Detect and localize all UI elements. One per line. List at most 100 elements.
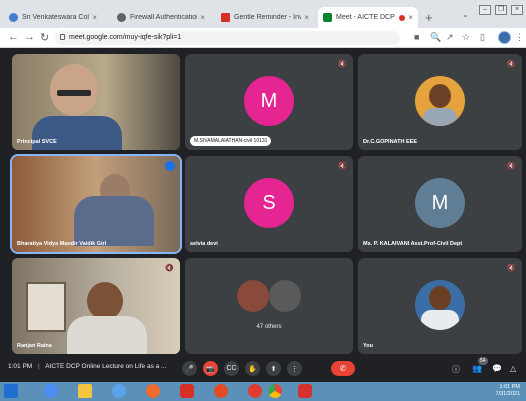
camera-toggle-button[interactable]: 📷 bbox=[203, 361, 218, 376]
firefox-icon[interactable] bbox=[146, 384, 160, 398]
profile-photo bbox=[415, 76, 465, 126]
pdf-reader-icon[interactable] bbox=[180, 384, 194, 398]
other-photo-1 bbox=[237, 280, 269, 312]
ie-browser-icon[interactable] bbox=[44, 384, 58, 398]
college-favicon-icon bbox=[9, 13, 18, 22]
mic-toggle-button[interactable]: 🎤 bbox=[182, 361, 197, 376]
tab-gentle-reminder[interactable]: Gentle Reminder - Invita × bbox=[216, 7, 314, 28]
share-icon[interactable]: ↗ bbox=[446, 32, 454, 43]
clock-date: 7/31/2021 bbox=[495, 391, 520, 397]
gmail-favicon-icon bbox=[221, 13, 230, 22]
close-tab-icon[interactable]: × bbox=[405, 13, 413, 22]
tab-label: Sri Venkateswara College bbox=[22, 14, 89, 21]
participant-name: Ms. P. KALAIVANI Asst.Prof-Civil Dept bbox=[363, 241, 463, 247]
chrome-icon[interactable] bbox=[268, 384, 282, 398]
participant-tile-others[interactable]: 47 others bbox=[185, 258, 353, 354]
tab-meet[interactable]: Meet - AICTE DCP O × bbox=[318, 7, 418, 28]
present-screen-button[interactable]: ⬆ bbox=[266, 361, 281, 376]
app-v-icon[interactable] bbox=[298, 384, 312, 398]
tab-firewall[interactable]: Firewall Authentication K × bbox=[112, 7, 210, 28]
person-head bbox=[87, 282, 123, 320]
restore-button[interactable]: ❐ bbox=[495, 5, 507, 15]
more-options-button[interactable]: ⋮ bbox=[287, 361, 302, 376]
meeting-details-icon[interactable]: ⓘ bbox=[452, 364, 460, 375]
back-arrow-icon[interactable]: ← bbox=[8, 31, 19, 43]
participant-tile-you[interactable]: You 🔇 bbox=[358, 258, 522, 354]
participant-name: You bbox=[363, 343, 373, 349]
menu-kebab-icon[interactable]: ⋮ bbox=[515, 32, 524, 43]
lock-icon[interactable] bbox=[60, 34, 65, 40]
avatar: S bbox=[244, 178, 294, 228]
window-controls: – ❐ × bbox=[479, 5, 523, 15]
close-tab-icon[interactable]: × bbox=[301, 13, 309, 22]
browser-tab-strip: Sri Venkateswara College × Firewall Auth… bbox=[0, 0, 526, 28]
participant-tile-principal[interactable]: Principal SVCE bbox=[12, 54, 180, 150]
participant-name: Bharatiya Vidya Mandir Vaidik Girl bbox=[17, 241, 107, 247]
people-icon[interactable]: 👥 bbox=[472, 364, 482, 373]
opera-gx-icon[interactable] bbox=[248, 384, 262, 398]
bookmark-star-icon[interactable]: ☆ bbox=[462, 32, 470, 43]
participant-name: M.SIVAMALAIATHAN-civil 10131 bbox=[190, 136, 272, 146]
close-window-button[interactable]: × bbox=[511, 5, 523, 15]
participant-tile-ranjan-raina[interactable]: Ranjan Raina 🔇 bbox=[12, 258, 180, 354]
participant-name: Principal SVCE bbox=[17, 139, 57, 145]
new-tab-button[interactable]: + bbox=[425, 10, 433, 25]
separator: | bbox=[38, 363, 40, 370]
participant-tile-bharatiya-vidya-mandir[interactable]: Bharatiya Vidya Mandir Vaidik Girl bbox=[10, 154, 182, 254]
minimize-button[interactable]: – bbox=[479, 5, 491, 15]
person-shirt bbox=[74, 196, 154, 246]
meeting-info: 1:01 PM | AICTE DCP Online Lecture on Li… bbox=[8, 363, 166, 370]
mic-off-icon: 🔇 bbox=[338, 61, 347, 68]
speaking-indicator-icon bbox=[165, 161, 175, 171]
tab-search-icon[interactable]: ⌄ bbox=[462, 10, 469, 19]
meeting-time: 1:01 PM bbox=[8, 363, 33, 370]
tab-label: Meet - AICTE DCP O bbox=[336, 14, 397, 21]
participant-tile-selvia-devi[interactable]: S selvia devi 🔇 bbox=[185, 156, 353, 252]
participant-count-badge: 54 bbox=[478, 357, 488, 365]
activities-icon[interactable]: △ bbox=[510, 364, 516, 373]
raise-hand-button[interactable]: ✋ bbox=[245, 361, 260, 376]
tab-label: Firewall Authentication K bbox=[130, 14, 198, 21]
mic-off-icon: 🔇 bbox=[507, 265, 516, 272]
glasses bbox=[57, 90, 91, 96]
avatar: M bbox=[415, 178, 465, 228]
participant-name: Ranjan Raina bbox=[17, 343, 52, 349]
chat-icon[interactable]: 💬 bbox=[492, 364, 502, 373]
url-field[interactable]: meet.google.com/muy-iqfe-sik?pli=1 bbox=[55, 31, 400, 45]
tab-sri-venkateswara[interactable]: Sri Venkateswara College × bbox=[4, 7, 102, 28]
other-photo-2 bbox=[269, 280, 301, 312]
forward-arrow-icon[interactable]: → bbox=[24, 31, 35, 43]
meet-grid: Principal SVCE M M.SIVAMALAIATHAN-civil … bbox=[0, 48, 526, 355]
address-bar-row: ← → ↻ meet.google.com/muy-iqfe-sik?pli=1… bbox=[0, 28, 526, 48]
profile-avatar[interactable] bbox=[498, 31, 511, 44]
participant-name: selvia devi bbox=[190, 241, 218, 247]
meet-favicon-icon bbox=[323, 13, 332, 22]
zoom-icon[interactable]: 🔍 bbox=[430, 32, 441, 43]
side-panel-icon[interactable]: ▯ bbox=[480, 32, 485, 43]
mic-off-icon: 🔇 bbox=[338, 163, 347, 170]
close-tab-icon[interactable]: × bbox=[197, 13, 205, 22]
meeting-title: AICTE DCP Online Lecture on Life as a ..… bbox=[45, 363, 167, 370]
camera-indicator-icon[interactable]: ■ bbox=[414, 32, 419, 42]
clock-time: 1:01 PM bbox=[499, 384, 520, 390]
participant-tile-gopinath[interactable]: Dr.C.GOPINATH EEE 🔇 bbox=[358, 54, 522, 150]
person-shirt bbox=[67, 316, 147, 354]
opera-icon[interactable] bbox=[214, 384, 228, 398]
close-tab-icon[interactable]: × bbox=[89, 13, 97, 22]
system-clock[interactable]: 1:01 PM 7/31/2021 bbox=[496, 384, 520, 398]
others-count: 47 others bbox=[256, 324, 282, 330]
hang-up-button[interactable]: ✆ bbox=[331, 361, 355, 376]
globe-favicon-icon bbox=[117, 13, 126, 22]
captions-button[interactable]: CC bbox=[224, 361, 239, 376]
start-icon[interactable] bbox=[4, 384, 18, 398]
participant-tile-sivamalaiathan[interactable]: M M.SIVAMALAIATHAN-civil 10131 🔇 bbox=[185, 54, 353, 150]
mic-off-icon: 🔇 bbox=[165, 265, 174, 272]
file-explorer-icon[interactable] bbox=[78, 384, 92, 398]
avatar: M bbox=[244, 76, 294, 126]
mic-off-icon: 🔇 bbox=[507, 163, 516, 170]
media-player-icon[interactable] bbox=[112, 384, 126, 398]
participant-tile-kalaivani[interactable]: M Ms. P. KALAIVANI Asst.Prof-Civil Dept … bbox=[358, 156, 522, 252]
meeting-control-bar: 1:01 PM | AICTE DCP Online Lecture on Li… bbox=[0, 355, 526, 382]
reload-icon[interactable]: ↻ bbox=[40, 31, 49, 44]
participant-name: Dr.C.GOPINATH EEE bbox=[363, 139, 417, 145]
